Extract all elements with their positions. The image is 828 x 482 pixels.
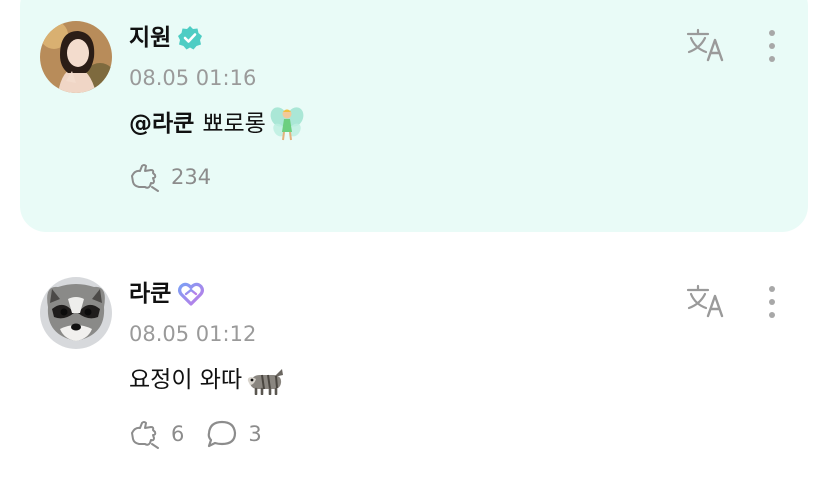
more-options-button[interactable] [760, 28, 784, 64]
more-dot-icon [769, 56, 775, 62]
translate-icon [686, 284, 724, 318]
translate-icon [686, 28, 724, 62]
like-count: 6 [171, 422, 185, 446]
more-dot-icon [769, 43, 775, 49]
reply-count: 3 [248, 422, 262, 446]
avatar[interactable] [40, 277, 112, 349]
author-name[interactable]: 라쿤 [129, 279, 171, 309]
like-count: 234 [171, 165, 212, 189]
fan-heart-badge-icon [177, 281, 205, 307]
avatar[interactable] [40, 21, 112, 93]
fairy-emoji-icon [270, 106, 304, 142]
translate-button[interactable] [686, 284, 726, 318]
more-options-button[interactable] [760, 284, 784, 320]
like-cheer-icon [129, 419, 161, 449]
author-name[interactable]: 지원 [129, 23, 171, 53]
like-cheer-icon [129, 162, 161, 192]
more-dot-icon [769, 299, 775, 305]
more-dot-icon [769, 286, 775, 292]
raccoon-emoji-icon [246, 365, 284, 395]
more-dot-icon [769, 312, 775, 318]
reply-bubble-icon [206, 419, 238, 449]
comment-text: 뾰로롱 [202, 111, 266, 137]
like-button[interactable]: 234 [129, 162, 211, 192]
comment-timestamp: 08.05 01:16 [129, 66, 257, 90]
mention-link[interactable]: @라쿤 [129, 108, 194, 140]
like-button[interactable]: 6 [129, 419, 184, 449]
comment-timestamp: 08.05 01:12 [129, 322, 257, 346]
verified-badge-icon [177, 25, 203, 51]
translate-button[interactable] [686, 28, 726, 62]
reply-button[interactable]: 3 [206, 419, 262, 449]
comment-text: 요정이 와따 [129, 367, 243, 393]
more-dot-icon [769, 30, 775, 36]
